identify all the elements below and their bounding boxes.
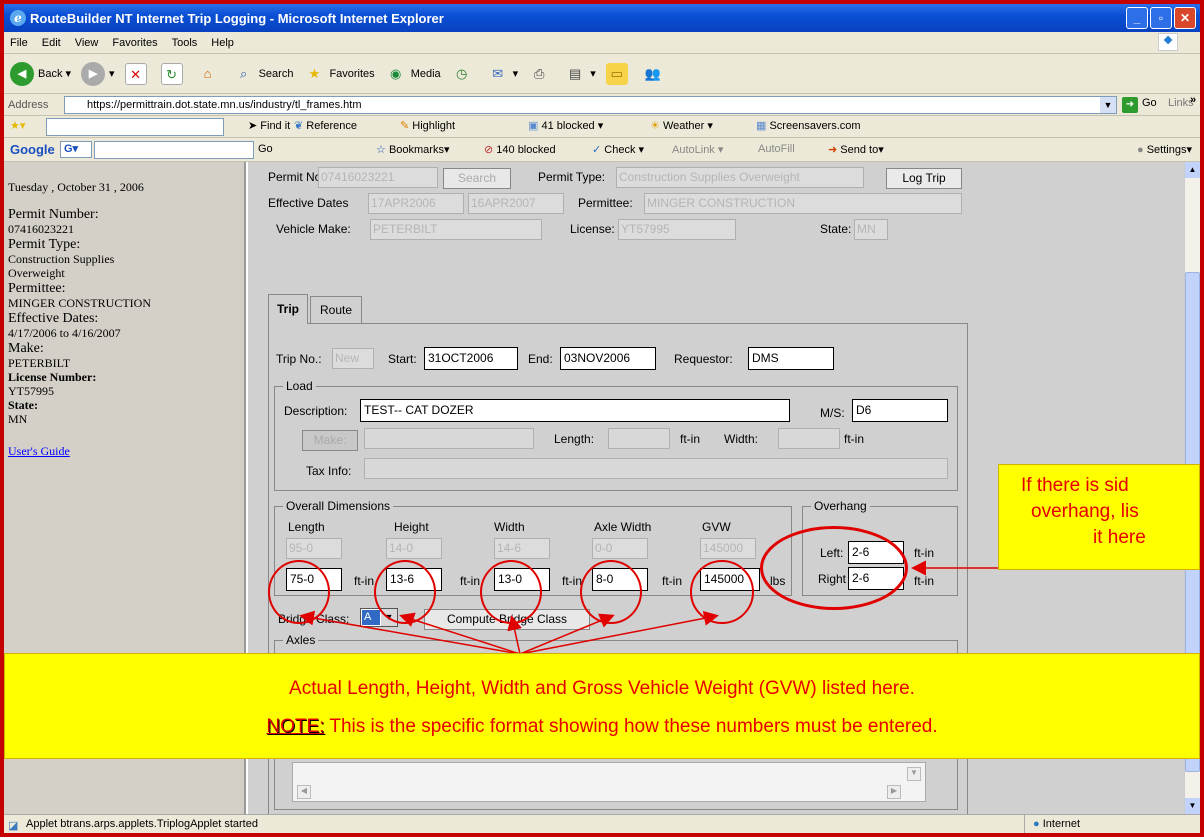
dimensions-callout: Actual Length, Height, Width and Gross V… [4, 653, 1200, 759]
tab-trip[interactable]: Trip [268, 294, 308, 324]
overhang-callout: If there is sid overhang, lis it here [998, 464, 1200, 570]
browser-window: e RouteBuilder NT Internet Trip Logging … [4, 4, 1200, 833]
